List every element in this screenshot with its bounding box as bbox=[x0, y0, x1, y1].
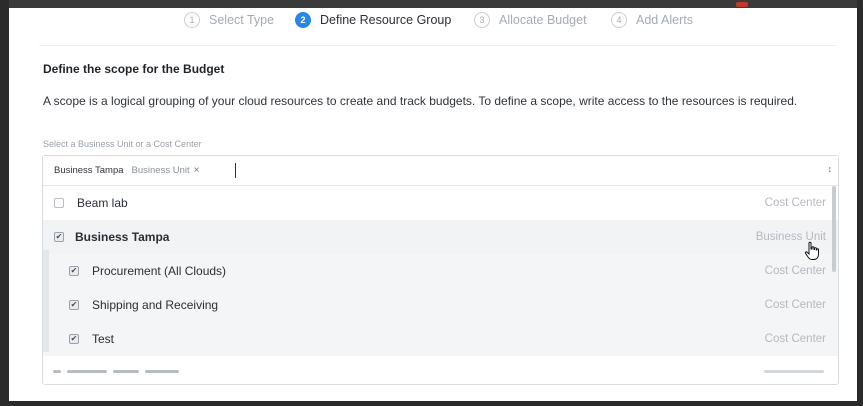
option-label: Shipping and Receiving bbox=[92, 298, 219, 312]
step-label: Allocate Budget bbox=[499, 13, 587, 27]
scrollbar-thumb[interactable] bbox=[832, 186, 836, 272]
option-business-tampa[interactable]: ✔ Business Tampa Business Unit bbox=[43, 220, 838, 254]
hand-pointer-icon bbox=[804, 241, 819, 260]
scope-multiselect[interactable]: Business Tampa Business Unit × ↕ Beam la… bbox=[42, 155, 839, 385]
step-add-alerts[interactable]: 4 Add Alerts bbox=[611, 11, 693, 29]
step-number: 4 bbox=[611, 12, 627, 28]
option-label: Procurement (All Clouds) bbox=[92, 264, 227, 278]
option-shipping-receiving[interactable]: ✔ Shipping and Receiving Cost Center bbox=[43, 288, 838, 322]
option-test[interactable]: ✔ Test Cost Center bbox=[43, 322, 838, 356]
step-select-type[interactable]: 1 Select Type bbox=[184, 11, 274, 29]
option-label: Test bbox=[92, 332, 115, 346]
option-type: Cost Center bbox=[764, 333, 826, 345]
step-label: Add Alerts bbox=[636, 13, 693, 27]
partial-option-row bbox=[53, 370, 179, 373]
dropdown-options-list: Beam lab Cost Center ✔ Business Tampa Bu… bbox=[43, 186, 838, 384]
check-icon[interactable]: ✔ bbox=[54, 232, 64, 242]
section-title: Define the scope for the Budget bbox=[43, 62, 225, 76]
budget-wizard-page: 1 Select Type 2 Define Resource Group 3 … bbox=[9, 8, 857, 401]
step-label: Select Type bbox=[209, 13, 275, 27]
window-frame-bottom bbox=[0, 401, 863, 406]
check-icon[interactable]: ✔ bbox=[69, 300, 79, 310]
step-number: 2 bbox=[295, 12, 311, 28]
recording-indicator bbox=[736, 2, 748, 7]
checkbox[interactable] bbox=[54, 198, 64, 208]
step-number: 3 bbox=[474, 12, 490, 28]
window-frame-right bbox=[857, 0, 863, 406]
option-procurement[interactable]: ✔ Procurement (All Clouds) Cost Center bbox=[43, 254, 838, 288]
multiselect-input-area[interactable]: Business Tampa Business Unit × ↕ bbox=[43, 156, 838, 186]
step-allocate-budget[interactable]: 3 Allocate Budget bbox=[474, 11, 587, 29]
dropdown-toggle-icon[interactable]: ↕ bbox=[828, 164, 833, 174]
step-label: Define Resource Group bbox=[320, 13, 452, 27]
select-hint-label: Select a Business Unit or a Cost Center bbox=[43, 139, 202, 149]
partial-option-type bbox=[764, 370, 824, 373]
option-label: Business Tampa bbox=[75, 230, 170, 244]
step-define-resource-group[interactable]: 2 Define Resource Group bbox=[295, 11, 451, 29]
window-frame-left bbox=[0, 0, 9, 406]
window-frame-top bbox=[0, 0, 863, 8]
tag-remove-icon[interactable]: × bbox=[194, 165, 200, 176]
option-beam-lab[interactable]: Beam lab Cost Center bbox=[43, 186, 838, 220]
option-type: Cost Center bbox=[764, 299, 826, 311]
text-caret bbox=[235, 163, 236, 178]
check-icon[interactable]: ✔ bbox=[69, 266, 79, 276]
tag-type: Business Unit bbox=[131, 165, 190, 176]
option-type: Cost Center bbox=[764, 197, 826, 209]
wizard-stepper: 1 Select Type 2 Define Resource Group 3 … bbox=[9, 8, 857, 34]
check-icon[interactable]: ✔ bbox=[69, 334, 79, 344]
tag-name: Business Tampa bbox=[54, 165, 124, 176]
option-label: Beam lab bbox=[77, 196, 128, 210]
section-description: A scope is a logical grouping of your cl… bbox=[43, 94, 798, 108]
step-number: 1 bbox=[184, 12, 200, 28]
option-type: Cost Center bbox=[764, 265, 826, 277]
child-indent-bar bbox=[43, 250, 49, 352]
selected-tag: Business Tampa Business Unit × bbox=[54, 165, 199, 176]
divider bbox=[39, 45, 837, 46]
